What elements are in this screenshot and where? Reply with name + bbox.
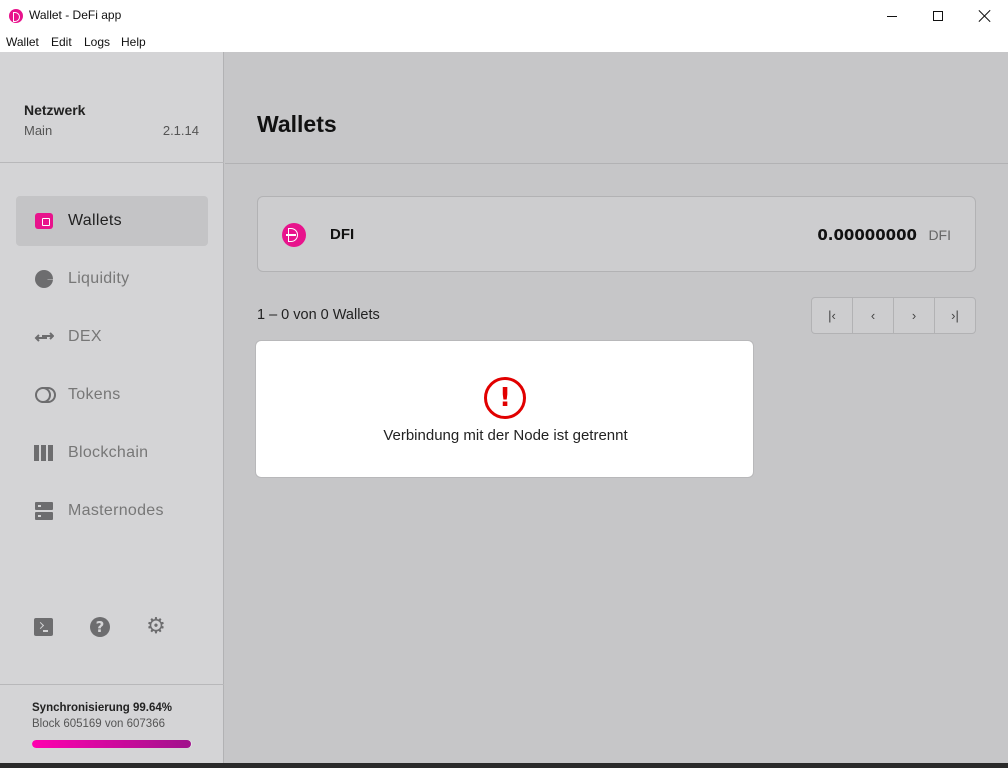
token-balance: 0.00000000 — [817, 226, 917, 244]
pie-chart-icon — [34, 269, 54, 289]
server-icon — [34, 501, 54, 521]
header-divider — [225, 163, 1008, 164]
window-bottom-edge — [0, 763, 1008, 768]
pagination-controls: |‹ ‹ › ›| — [811, 297, 976, 334]
first-page-icon: |‹ — [828, 308, 836, 323]
sidebar: Netzwerk Main 2.1.14 Wallets Liquidity D… — [0, 52, 224, 768]
menu-bar: Wallet Edit Logs Help — [0, 32, 1008, 52]
sidebar-divider — [0, 684, 224, 685]
sidebar-item-masternodes[interactable]: Masternodes — [16, 486, 208, 536]
menu-logs[interactable]: Logs — [84, 35, 110, 49]
sidebar-item-label: Wallets — [68, 212, 122, 229]
swap-arrows-icon — [34, 327, 54, 347]
next-page-button[interactable]: › — [894, 298, 935, 333]
sidebar-item-tokens[interactable]: Tokens — [16, 370, 208, 420]
sync-progress-bar — [32, 740, 192, 748]
first-page-button[interactable]: |‹ — [812, 298, 853, 333]
error-card: ! Verbindung mit der Node ist getrennt — [255, 340, 754, 478]
token-name: DFI — [330, 226, 355, 243]
maximize-icon — [933, 11, 943, 21]
app-version: 2.1.14 — [162, 123, 199, 138]
main-content: Wallets DFI 0.00000000 DFI 1 – 0 von 0 W… — [225, 52, 1008, 768]
wallet-icon — [34, 211, 54, 231]
defi-app-icon — [9, 9, 23, 23]
blockchain-icon — [34, 443, 54, 463]
menu-edit[interactable]: Edit — [51, 35, 72, 49]
sidebar-item-label: DEX — [68, 328, 102, 345]
help-icon[interactable]: ? — [90, 617, 110, 637]
maximize-button[interactable] — [915, 0, 961, 32]
error-circle-icon: ! — [484, 377, 526, 419]
token-card-dfi[interactable]: DFI 0.00000000 DFI — [257, 196, 976, 272]
menu-wallet[interactable]: Wallet — [6, 35, 39, 49]
app-window: Wallet - DeFi app Wallet Edit Logs Help … — [0, 0, 1008, 768]
token-unit: DFI — [928, 227, 951, 243]
last-page-icon: ›| — [951, 308, 959, 323]
sync-progress-fill — [32, 740, 192, 748]
sidebar-item-wallets[interactable]: Wallets — [16, 196, 208, 246]
network-name: Main — [24, 123, 53, 138]
page-title: Wallets — [257, 111, 337, 137]
sidebar-item-liquidity[interactable]: Liquidity — [16, 254, 208, 304]
menu-help[interactable]: Help — [121, 35, 146, 49]
next-page-icon: › — [911, 308, 917, 323]
console-icon[interactable] — [34, 617, 54, 637]
tokens-icon — [34, 385, 56, 405]
settings-icon[interactable]: ⚙ — [146, 616, 166, 638]
prev-page-button[interactable]: ‹ — [853, 298, 894, 333]
sidebar-item-dex[interactable]: DEX — [16, 312, 208, 362]
close-button[interactable] — [962, 0, 1008, 32]
title-bar[interactable]: Wallet - DeFi app — [0, 0, 1008, 32]
minimize-icon — [887, 15, 897, 17]
sidebar-item-label: Liquidity — [68, 270, 130, 287]
sidebar-item-blockchain[interactable]: Blockchain — [16, 428, 208, 478]
minimize-button[interactable] — [869, 0, 915, 32]
error-message: Verbindung mit der Node ist getrennt — [383, 427, 628, 444]
sync-status: Synchronisierung 99.64% — [32, 702, 172, 714]
sidebar-divider — [0, 162, 224, 163]
dfi-logo-icon — [282, 223, 306, 247]
prev-page-icon: ‹ — [870, 308, 876, 323]
sidebar-item-label: Blockchain — [68, 444, 149, 461]
pagination-summary: 1 – 0 von 0 Wallets — [257, 307, 380, 323]
sidebar-item-label: Tokens — [68, 386, 121, 403]
sidebar-item-label: Masternodes — [68, 502, 164, 519]
window-title: Wallet - DeFi app — [29, 8, 122, 22]
sync-block-count: Block 605169 von 607366 — [32, 718, 165, 730]
network-title: Netzwerk — [24, 102, 86, 118]
close-icon — [979, 10, 991, 22]
last-page-button[interactable]: ›| — [935, 298, 975, 333]
